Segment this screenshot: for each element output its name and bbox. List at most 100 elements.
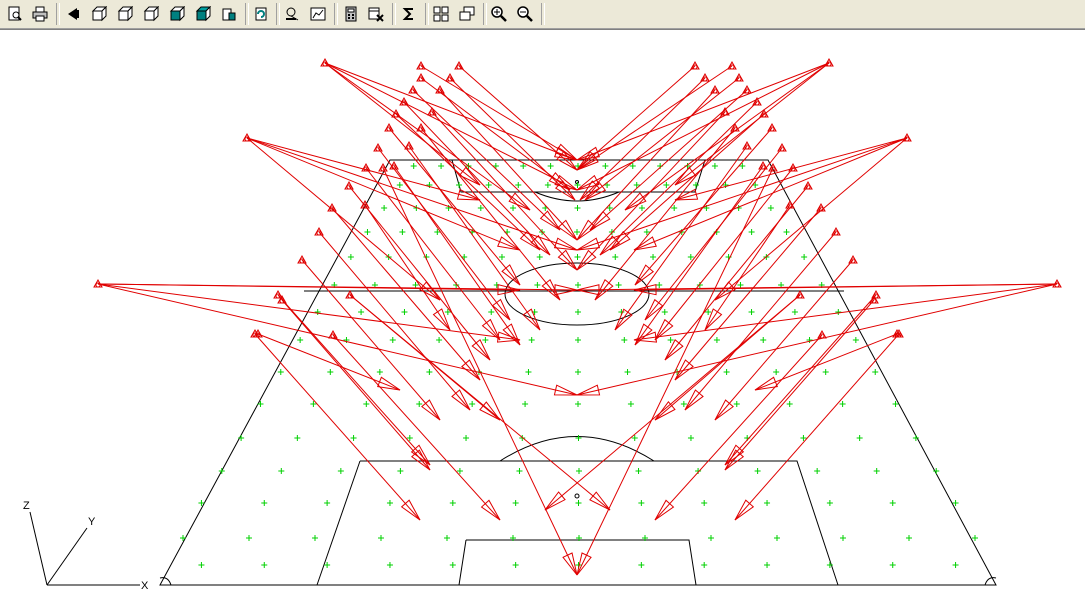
luminaire-icon[interactable] bbox=[710, 84, 720, 94]
luminaire-icon[interactable] bbox=[314, 226, 324, 236]
luminaire-icon[interactable] bbox=[373, 142, 383, 152]
view-left-icon[interactable] bbox=[62, 3, 84, 25]
cube-front-icon[interactable] bbox=[88, 3, 110, 25]
grid-point bbox=[737, 282, 744, 288]
grid-point bbox=[835, 309, 842, 315]
luminaire-icon[interactable] bbox=[742, 140, 752, 150]
grid-point bbox=[822, 369, 829, 375]
grid-point bbox=[575, 435, 582, 441]
grid-point bbox=[238, 435, 245, 441]
grid-point bbox=[436, 337, 443, 343]
zoom-in-icon[interactable] bbox=[488, 3, 510, 25]
grid-point bbox=[397, 468, 404, 474]
grid-point bbox=[826, 500, 833, 506]
cube-top-icon[interactable] bbox=[166, 3, 188, 25]
calculator-icon[interactable] bbox=[340, 3, 362, 25]
grid-point bbox=[449, 500, 456, 506]
grid-point bbox=[294, 435, 301, 441]
grid-point bbox=[889, 562, 896, 568]
z-axis-line bbox=[29, 511, 48, 586]
z-axis-label: Z bbox=[23, 500, 30, 512]
luminaire-icon[interactable] bbox=[817, 329, 827, 339]
luminaire-icon[interactable] bbox=[297, 254, 307, 264]
aiming-line bbox=[408, 145, 541, 331]
grid-point bbox=[627, 401, 634, 407]
grid-point bbox=[575, 401, 581, 407]
aiming-arrowhead bbox=[553, 237, 578, 251]
grid-point bbox=[358, 309, 365, 315]
luminaire-icon[interactable] bbox=[848, 254, 858, 264]
grid-point bbox=[856, 435, 863, 441]
grid-point bbox=[218, 468, 225, 474]
rotate-icon[interactable] bbox=[250, 3, 272, 25]
cascade-icon[interactable] bbox=[456, 3, 478, 25]
grid-point bbox=[386, 500, 393, 506]
luminaire-icon[interactable] bbox=[408, 84, 418, 94]
sigma-icon[interactable] bbox=[398, 3, 420, 25]
table-delete-icon[interactable] bbox=[365, 3, 387, 25]
grid-point bbox=[661, 309, 668, 315]
cube-side-icon[interactable] bbox=[140, 3, 162, 25]
cube-iso-icon[interactable] bbox=[192, 3, 214, 25]
luminaire-icon[interactable] bbox=[384, 122, 394, 132]
far-penalty-arc bbox=[534, 191, 620, 202]
printer-icon[interactable] bbox=[29, 3, 51, 25]
grid-point bbox=[687, 435, 694, 441]
aiming-line bbox=[246, 137, 441, 301]
luminaire-icon[interactable] bbox=[273, 289, 283, 299]
near-goal-area-left bbox=[458, 539, 467, 586]
grid-point bbox=[764, 500, 771, 506]
grid-point bbox=[426, 369, 433, 375]
grid-point bbox=[544, 182, 551, 188]
grid-point bbox=[246, 535, 252, 541]
centre-circle bbox=[504, 262, 650, 326]
grid-point bbox=[547, 163, 554, 169]
chart-icon[interactable] bbox=[307, 3, 329, 25]
luminaire-icon[interactable] bbox=[803, 180, 813, 190]
grid-point bbox=[754, 468, 761, 474]
grid-point bbox=[525, 369, 532, 375]
luminaire-icon[interactable] bbox=[831, 226, 841, 236]
luminaire-icon[interactable] bbox=[767, 122, 777, 132]
print-preview-icon[interactable] bbox=[4, 3, 26, 25]
luminaire-icon[interactable] bbox=[1052, 278, 1062, 288]
luminaire-icon[interactable] bbox=[445, 72, 455, 82]
aiming-line bbox=[754, 333, 898, 391]
cube-3d-icon[interactable] bbox=[218, 3, 240, 25]
grid-point bbox=[906, 535, 912, 541]
luminaire-icon[interactable] bbox=[427, 106, 437, 116]
luminaire-icon[interactable] bbox=[328, 329, 338, 339]
grid-point bbox=[381, 205, 388, 211]
y-axis-label: Y bbox=[88, 516, 96, 528]
grid-point bbox=[534, 282, 541, 288]
tile-icon[interactable] bbox=[430, 3, 452, 25]
grid-point bbox=[574, 254, 581, 260]
grid-point bbox=[449, 562, 456, 568]
grid-point bbox=[602, 163, 609, 169]
drawing-area[interactable]: X Y Z bbox=[0, 30, 1085, 613]
toolbar bbox=[0, 0, 1085, 30]
grid-point bbox=[748, 229, 755, 235]
grid-point bbox=[575, 369, 581, 375]
grid-point bbox=[363, 401, 370, 407]
zoom-out-icon[interactable] bbox=[514, 3, 536, 25]
grid-point bbox=[297, 337, 304, 343]
grid-point bbox=[198, 562, 205, 568]
aiming-line bbox=[614, 145, 748, 331]
near-penalty-arc bbox=[499, 436, 655, 462]
aim-icon[interactable] bbox=[281, 3, 303, 25]
aiming-line bbox=[576, 283, 1058, 396]
luminaire-icon[interactable] bbox=[730, 122, 740, 132]
luminaire-icon[interactable] bbox=[777, 142, 787, 152]
grid-point bbox=[401, 309, 408, 315]
field-scene: X Y Z bbox=[23, 57, 1062, 592]
luminaire-icon[interactable] bbox=[93, 278, 103, 288]
grid-point bbox=[711, 163, 718, 169]
luminaire-icon[interactable] bbox=[344, 180, 354, 190]
grid-point bbox=[656, 282, 663, 288]
cube-back-icon[interactable] bbox=[114, 3, 136, 25]
grid-point bbox=[612, 254, 619, 260]
grid-point bbox=[277, 369, 284, 375]
luminaire-icon[interactable] bbox=[700, 72, 710, 82]
grid-point bbox=[416, 401, 423, 407]
